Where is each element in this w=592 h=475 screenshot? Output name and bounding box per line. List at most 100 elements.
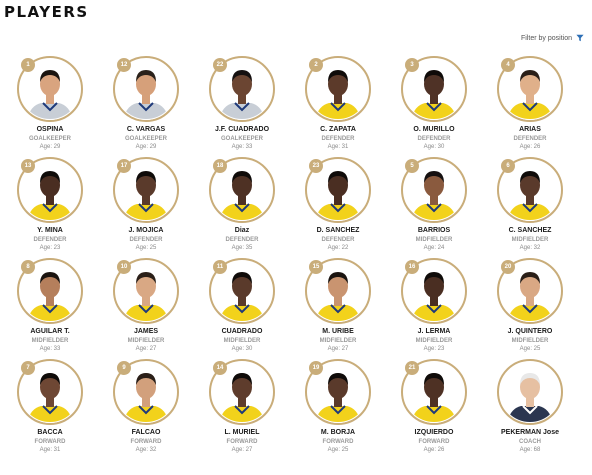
jersey-number-badge: 20 bbox=[501, 260, 515, 274]
jersey-number-badge: 11 bbox=[213, 260, 227, 274]
jersey-number-badge: 8 bbox=[21, 260, 35, 274]
player-avatar: 20 bbox=[497, 258, 563, 324]
jersey-number-badge: 18 bbox=[213, 159, 227, 173]
player-card[interactable]: 13 Y. MINA DEFENDER Age: 23 bbox=[2, 157, 98, 258]
player-avatar: 13 bbox=[17, 157, 83, 223]
jersey-number-badge: 2 bbox=[309, 58, 323, 72]
player-name: D. SANCHEZ bbox=[316, 227, 360, 234]
player-avatar: 22 bbox=[209, 56, 275, 122]
player-card[interactable]: 22 J.F. CUADRADO GOALKEEPER Age: 33 bbox=[194, 56, 290, 157]
player-card[interactable]: 2 C. ZAPATA DEFENDER Age: 31 bbox=[290, 56, 386, 157]
player-card[interactable]: 3 O. MURILLO DEFENDER Age: 30 bbox=[386, 56, 482, 157]
player-name: J. QUINTERO bbox=[507, 328, 553, 335]
player-name: L. MURIEL bbox=[224, 429, 260, 436]
player-card[interactable]: 7 BACCA FORWARD Age: 31 bbox=[2, 359, 98, 460]
player-avatar: 16 bbox=[401, 258, 467, 324]
player-age: Age: 27 bbox=[231, 447, 253, 453]
player-age: Age: 32 bbox=[519, 245, 541, 251]
player-age: Age: 33 bbox=[39, 346, 61, 352]
player-card[interactable]: 17 J. MOJICA DEFENDER Age: 25 bbox=[98, 157, 194, 258]
player-card[interactable]: PEKERMAN Jose COACH Age: 68 bbox=[482, 359, 578, 460]
player-age: Age: 27 bbox=[135, 346, 157, 352]
player-age: Age: 29 bbox=[135, 144, 157, 150]
player-card[interactable]: 6 C. SANCHEZ MIDFIELDER Age: 32 bbox=[482, 157, 578, 258]
player-position: DEFENDER bbox=[321, 237, 355, 243]
player-card[interactable]: 5 BARRIOS MIDFIELDER Age: 24 bbox=[386, 157, 482, 258]
filter-by-position-button[interactable]: Filter by position bbox=[521, 34, 584, 42]
player-card[interactable]: 21 IZQUIERDO FORWARD Age: 26 bbox=[386, 359, 482, 460]
player-portrait-icon bbox=[507, 373, 553, 422]
player-avatar: 3 bbox=[401, 56, 467, 122]
jersey-number-badge: 23 bbox=[309, 159, 323, 173]
page-title: PLAYERS bbox=[4, 3, 89, 21]
player-card[interactable]: 23 D. SANCHEZ DEFENDER Age: 22 bbox=[290, 157, 386, 258]
player-card[interactable]: 10 JAMES MIDFIELDER Age: 27 bbox=[98, 258, 194, 359]
jersey-number-badge: 22 bbox=[213, 58, 227, 72]
player-card[interactable]: 15 M. URIBE MIDFIELDER Age: 27 bbox=[290, 258, 386, 359]
player-avatar: 19 bbox=[305, 359, 371, 425]
player-card[interactable]: 14 L. MURIEL FORWARD Age: 27 bbox=[194, 359, 290, 460]
player-position: GOALKEEPER bbox=[220, 136, 263, 142]
jersey-number-badge: 6 bbox=[501, 159, 515, 173]
player-card[interactable]: 4 ARIAS DEFENDER Age: 26 bbox=[482, 56, 578, 157]
player-name: Y. MINA bbox=[37, 227, 63, 234]
player-card[interactable]: 20 J. QUINTERO MIDFIELDER Age: 25 bbox=[482, 258, 578, 359]
jersey-number-badge: 17 bbox=[117, 159, 131, 173]
player-position: DEFENDER bbox=[225, 237, 259, 243]
jersey-number-badge: 13 bbox=[21, 159, 35, 173]
player-card[interactable]: 16 J. LERMA MIDFIELDER Age: 23 bbox=[386, 258, 482, 359]
player-avatar: 7 bbox=[17, 359, 83, 425]
jersey-number-badge: 15 bbox=[309, 260, 323, 274]
jersey-number-badge: 16 bbox=[405, 260, 419, 274]
player-position: MIDFIELDER bbox=[415, 237, 453, 243]
player-card[interactable]: 18 Diaz DEFENDER Age: 35 bbox=[194, 157, 290, 258]
jersey-number-badge: 14 bbox=[213, 361, 227, 375]
player-card[interactable]: 8 AGUILAR T. MIDFIELDER Age: 33 bbox=[2, 258, 98, 359]
player-age: Age: 23 bbox=[39, 245, 61, 251]
player-avatar: 1 bbox=[17, 56, 83, 122]
player-position: FORWARD bbox=[226, 439, 258, 445]
jersey-number-badge: 12 bbox=[117, 58, 131, 72]
jersey-number-badge: 21 bbox=[405, 361, 419, 375]
jersey-number-badge: 7 bbox=[21, 361, 35, 375]
player-age: Age: 25 bbox=[519, 346, 541, 352]
jersey-number-badge: 3 bbox=[405, 58, 419, 72]
player-position: MIDFIELDER bbox=[511, 237, 549, 243]
player-card[interactable]: 19 M. BORJA FORWARD Age: 25 bbox=[290, 359, 386, 460]
player-position: FORWARD bbox=[34, 439, 66, 445]
player-avatar bbox=[497, 359, 563, 425]
jersey-number-badge: 10 bbox=[117, 260, 131, 274]
player-age: Age: 22 bbox=[327, 245, 349, 251]
player-avatar: 10 bbox=[113, 258, 179, 324]
player-position: DEFENDER bbox=[33, 237, 67, 243]
player-name: CUADRADO bbox=[221, 328, 263, 335]
player-name: PEKERMAN Jose bbox=[501, 429, 559, 436]
player-name: BARRIOS bbox=[417, 227, 451, 234]
player-avatar: 12 bbox=[113, 56, 179, 122]
player-avatar: 4 bbox=[497, 56, 563, 122]
player-card[interactable]: 9 FALCAO FORWARD Age: 32 bbox=[98, 359, 194, 460]
filter-label: Filter by position bbox=[521, 34, 572, 42]
jersey-number-badge: 4 bbox=[501, 58, 515, 72]
player-name: M. BORJA bbox=[320, 429, 356, 436]
player-name: M. URIBE bbox=[322, 328, 354, 335]
player-position: GOALKEEPER bbox=[28, 136, 71, 142]
player-age: Age: 68 bbox=[519, 447, 541, 453]
player-age: Age: 25 bbox=[327, 447, 349, 453]
player-avatar: 17 bbox=[113, 157, 179, 223]
player-age: Age: 23 bbox=[423, 346, 445, 352]
player-card[interactable]: 1 OSPINA GOALKEEPER Age: 29 bbox=[2, 56, 98, 157]
player-age: Age: 33 bbox=[231, 144, 253, 150]
player-name: C. ZAPATA bbox=[320, 126, 356, 133]
player-avatar: 23 bbox=[305, 157, 371, 223]
player-card[interactable]: 12 C. VARGAS GOALKEEPER Age: 29 bbox=[98, 56, 194, 157]
player-avatar: 15 bbox=[305, 258, 371, 324]
player-name: J.F. CUADRADO bbox=[214, 126, 270, 133]
player-card[interactable]: 11 CUADRADO MIDFIELDER Age: 30 bbox=[194, 258, 290, 359]
player-position: DEFENDER bbox=[513, 136, 547, 142]
player-name: OSPINA bbox=[36, 126, 64, 133]
player-position: MIDFIELDER bbox=[415, 338, 453, 344]
player-name: FALCAO bbox=[131, 429, 161, 436]
player-age: Age: 27 bbox=[327, 346, 349, 352]
player-age: Age: 32 bbox=[135, 447, 157, 453]
